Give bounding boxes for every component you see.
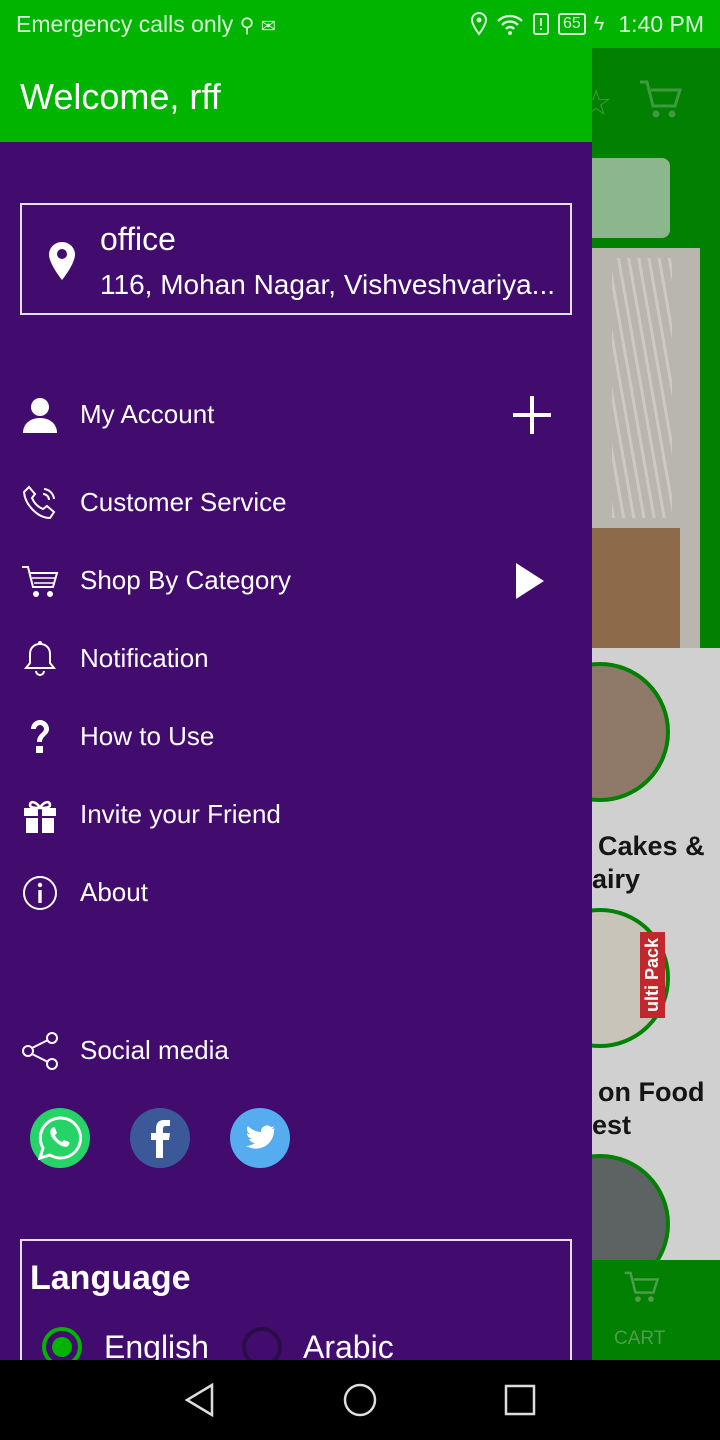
back-icon[interactable] — [180, 1380, 220, 1420]
language-box: Language English Arabic — [20, 1239, 572, 1379]
recents-icon[interactable] — [500, 1380, 540, 1420]
banner-wheat — [612, 258, 672, 518]
facebook-button[interactable] — [130, 1108, 190, 1168]
address-line: 116, Mohan Nagar, Vishveshvariya... — [100, 269, 555, 300]
share-icon — [22, 1032, 58, 1070]
background-cart-icon[interactable] — [638, 76, 684, 120]
category-label-cont: airy — [592, 864, 641, 894]
social-media-label: Social media — [80, 1035, 229, 1065]
whatsapp-button[interactable] — [30, 1108, 90, 1168]
location-pin-icon — [49, 242, 75, 280]
info-icon — [23, 876, 57, 910]
plus-icon[interactable] — [510, 393, 554, 437]
multi-pack-text: ulti Pack — [640, 932, 665, 1019]
location-icon — [470, 12, 488, 36]
menu-label: Notification — [80, 643, 209, 673]
person-icon — [23, 398, 57, 433]
address-card[interactable]: office 116, Mohan Nagar, Vishveshvariya.… — [20, 203, 572, 315]
menu-label: Shop By Category — [80, 565, 292, 595]
background-banner[interactable] — [592, 248, 700, 648]
sim-alert-icon — [533, 13, 549, 35]
menu-item-shop-by-category[interactable]: Shop By Category — [0, 551, 592, 611]
play-arrow-icon[interactable] — [506, 559, 550, 603]
menu-label: About — [80, 877, 148, 907]
twitter-icon — [246, 1125, 275, 1149]
usb-icon: ⚲ — [239, 15, 255, 37]
drawer-header: Welcome, rff — [0, 48, 592, 142]
social-media-header: Social media — [0, 1021, 592, 1081]
address-name: office — [100, 221, 176, 257]
carrier-text: Emergency calls only ⚲ ✉ — [16, 11, 276, 38]
battery-icon: 65 — [558, 13, 586, 35]
menu-label: Customer Service — [80, 487, 287, 517]
phone-icon — [22, 485, 56, 520]
background-greenbar — [700, 248, 720, 648]
charging-icon: ϟ — [593, 12, 605, 35]
menu-item-how-to-use[interactable]: How to Use — [0, 707, 592, 767]
status-icons: 65 ϟ — [470, 12, 604, 36]
category-label-cont: est — [592, 1110, 632, 1140]
whatsapp-icon — [37, 1116, 82, 1161]
category-label: on Food — [598, 1077, 705, 1107]
twitter-button[interactable] — [230, 1108, 290, 1168]
bell-icon — [23, 641, 57, 676]
sms-icon: ✉ — [260, 16, 276, 36]
menu-item-about[interactable]: About — [0, 863, 592, 923]
tab-cart-label: CART — [614, 1328, 666, 1349]
home-icon[interactable] — [340, 1380, 380, 1420]
banner-bread — [592, 528, 680, 648]
system-nav-bar — [0, 1360, 720, 1440]
navigation-drawer: Welcome, rff office 116, Mohan Nagar, Vi… — [0, 48, 592, 1379]
gift-icon — [24, 800, 56, 833]
menu-label: Invite your Friend — [80, 799, 281, 829]
language-title: Language — [30, 1259, 191, 1297]
carrier-label: Emergency calls only — [16, 11, 234, 37]
category-label: Cakes & — [598, 831, 705, 861]
welcome-text: Welcome, rff — [20, 76, 221, 117]
menu-label: How to Use — [80, 721, 215, 751]
social-links — [0, 1108, 592, 1172]
tab-cart-icon — [624, 1271, 660, 1302]
menu-item-invite-friend[interactable]: Invite your Friend — [0, 785, 592, 845]
menu-item-customer-service[interactable]: Customer Service — [0, 473, 592, 533]
wifi-icon — [497, 14, 523, 35]
screen: ☆ Cakes & airy ulti Pack on Food est CAR… — [0, 0, 720, 1440]
status-bar: Emergency calls only ⚲ ✉ 65 ϟ 1:40 PM — [0, 0, 720, 48]
question-icon — [31, 720, 49, 753]
clock: 1:40 PM — [618, 11, 704, 37]
background-bottom-tab[interactable]: CART — [592, 1260, 720, 1360]
menu-label: My Account — [80, 399, 215, 429]
menu-item-my-account[interactable]: My Account — [0, 385, 592, 445]
facebook-icon — [151, 1120, 170, 1158]
menu-item-notification[interactable]: Notification — [0, 629, 592, 689]
cart-icon — [22, 566, 59, 597]
